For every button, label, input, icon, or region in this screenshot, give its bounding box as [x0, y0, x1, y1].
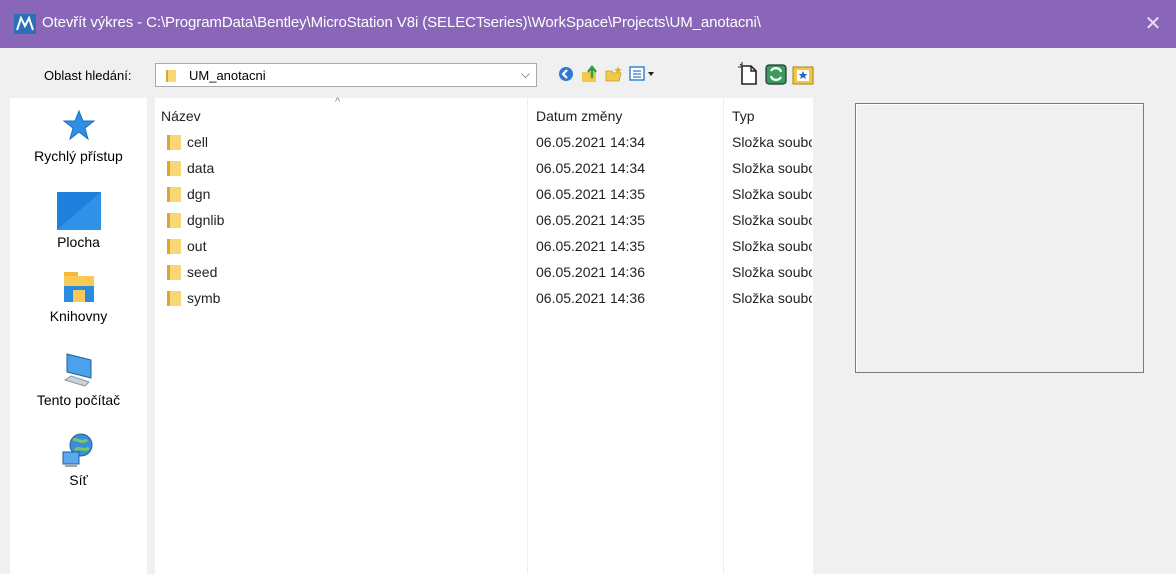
place-label: Tento počítač	[36, 392, 121, 408]
file-type: Složka soubor	[732, 264, 812, 280]
place-label: Rychlý přístup	[34, 148, 123, 164]
file-date: 06.05.2021 14:34	[536, 134, 645, 150]
chevron-down-icon[interactable]: ⌵	[521, 67, 530, 82]
file-name: seed	[187, 264, 218, 280]
file-type: Složka soubor	[732, 160, 812, 176]
folder-icon	[167, 187, 181, 202]
place-label: Plocha	[57, 234, 100, 250]
file-name: data	[187, 160, 215, 176]
new-folder-icon[interactable]	[604, 64, 624, 84]
file-date: 06.05.2021 14:35	[536, 212, 645, 228]
place-network[interactable]: Síť	[10, 432, 147, 488]
refresh-icon[interactable]	[764, 62, 788, 86]
desktop-icon	[56, 192, 101, 230]
file-name: dgnlib	[187, 212, 225, 228]
column-header-name[interactable]: Název	[161, 108, 201, 124]
table-row[interactable]: out 06.05.2021 14:35 Složka soubor	[155, 234, 813, 260]
view-menu-icon[interactable]	[628, 64, 666, 84]
place-desktop[interactable]: Plocha	[10, 192, 147, 250]
network-icon	[62, 433, 92, 467]
table-row[interactable]: data 06.05.2021 14:34 Složka soubor	[155, 156, 813, 182]
place-this-pc[interactable]: Tento počítač	[10, 352, 147, 408]
file-date: 06.05.2021 14:35	[536, 186, 645, 202]
folder-icon	[167, 161, 181, 176]
window-title: Otevřít výkres - C:\ProgramData\Bentley\…	[42, 14, 761, 31]
table-row[interactable]: symb 06.05.2021 14:36 Složka soubor	[155, 286, 813, 312]
microstation-app-icon	[14, 14, 36, 34]
table-row[interactable]: seed 06.05.2021 14:36 Složka soubor	[155, 260, 813, 286]
place-label: Knihovny	[49, 308, 108, 324]
table-row[interactable]: dgnlib 06.05.2021 14:35 Složka soubor	[155, 208, 813, 234]
column-header-type[interactable]: Typ	[732, 108, 755, 124]
file-type: Složka soubor	[732, 212, 812, 228]
file-date: 06.05.2021 14:36	[536, 290, 645, 306]
folder-icon	[167, 291, 181, 306]
sort-ascending-icon: ^	[335, 96, 341, 108]
file-name: out	[187, 238, 207, 254]
close-button[interactable]: ✕	[1130, 0, 1176, 48]
folder-icon	[166, 70, 176, 82]
file-date: 06.05.2021 14:34	[536, 160, 645, 176]
file-type: Složka soubor	[732, 134, 812, 150]
place-label: Síť	[69, 472, 88, 488]
table-row[interactable]: cell 06.05.2021 14:34 Složka soubor	[155, 130, 813, 156]
look-in-combobox[interactable]: UM_anotacni ⌵	[155, 63, 537, 87]
folder-icon	[167, 213, 181, 228]
file-name: symb	[187, 290, 221, 306]
title-bar: Otevřít výkres - C:\ProgramData\Bentley\…	[0, 0, 1176, 48]
file-date: 06.05.2021 14:36	[536, 264, 645, 280]
preview-pane	[855, 103, 1144, 373]
computer-icon	[63, 353, 91, 387]
look-in-label: Oblast hledání:	[44, 68, 132, 83]
place-libraries[interactable]: Knihovny	[10, 270, 147, 324]
place-quick-access[interactable]: Rychlý přístup	[10, 108, 147, 164]
file-list[interactable]: Název ^ Datum změny Typ cell 06.05.2021 …	[155, 96, 813, 574]
file-name: cell	[187, 134, 209, 150]
favorite-icon[interactable]	[792, 64, 814, 86]
folder-icon	[167, 135, 181, 150]
libraries-icon	[63, 272, 94, 302]
back-icon[interactable]	[556, 64, 576, 84]
new-file-icon[interactable]	[737, 62, 761, 86]
file-type: Složka soubor	[732, 290, 812, 306]
look-in-value: UM_anotacni	[189, 68, 266, 83]
column-header-date[interactable]: Datum změny	[536, 108, 622, 124]
file-type: Složka soubor	[732, 238, 812, 254]
file-date: 06.05.2021 14:35	[536, 238, 645, 254]
file-type: Složka soubor	[732, 186, 812, 202]
file-name: dgn	[187, 186, 211, 202]
star-icon	[62, 109, 95, 141]
folder-icon	[167, 265, 181, 280]
table-row[interactable]: dgn 06.05.2021 14:35 Složka soubor	[155, 182, 813, 208]
up-folder-icon[interactable]	[580, 64, 600, 84]
places-bar: Rychlý přístup Plocha Knihovny Tento poč…	[10, 98, 147, 574]
folder-icon	[167, 239, 181, 254]
